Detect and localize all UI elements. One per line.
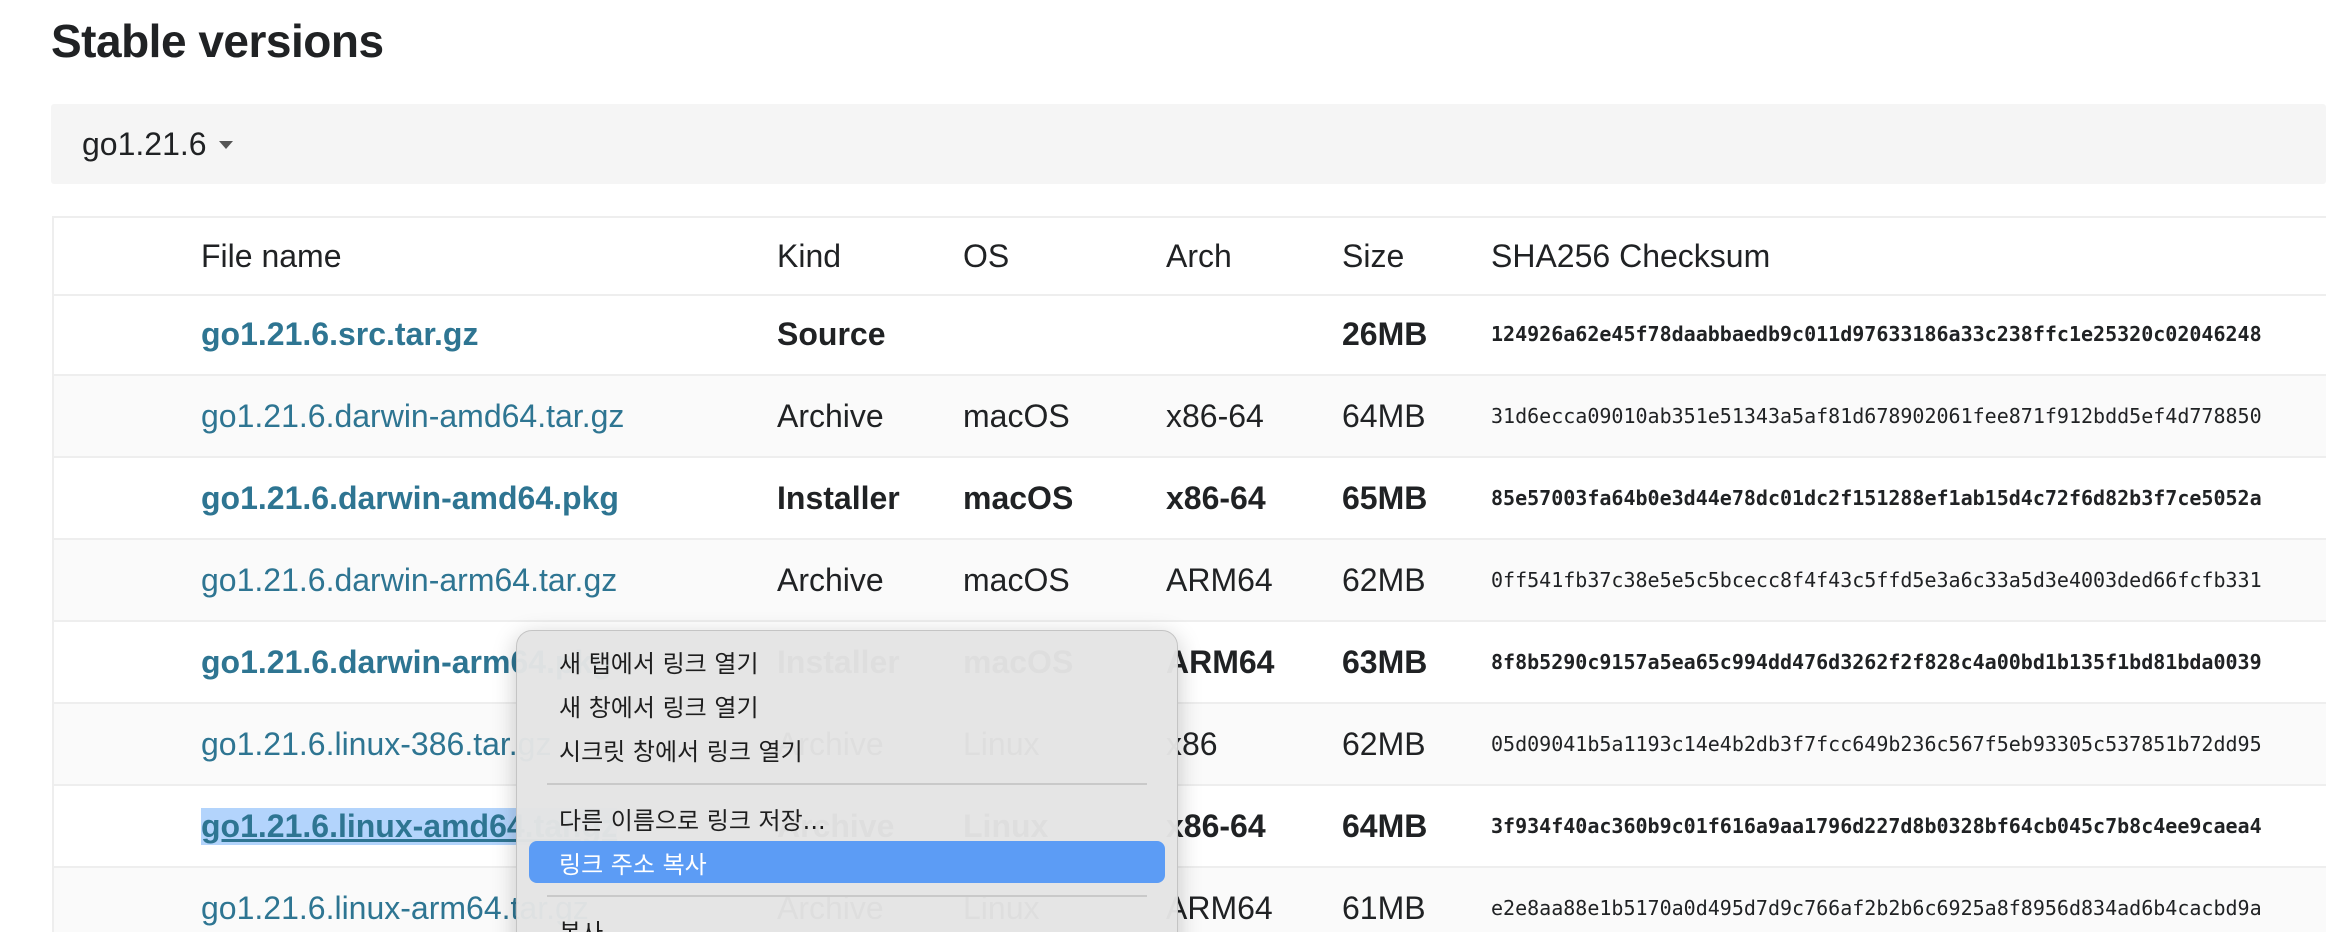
size-cell-container: 64MB <box>1342 786 1427 866</box>
size-cell-container: 62MB <box>1342 704 1426 784</box>
file-link-container: go1.21.6.src.tar.gz <box>201 294 478 374</box>
file-link-container: go1.21.6.darwin-arm64.tar.gz <box>201 540 617 620</box>
file-link-container: go1.21.6.linux-386.tar.gz <box>201 704 551 784</box>
checksum-cell: 85e57003fa64b0e3d44e78dc01dc2f151288ef1a… <box>1491 486 2262 510</box>
download-page: Stable versions go1.21.6 File name Kind … <box>0 0 2326 932</box>
checksum-cell-container: 85e57003fa64b0e3d44e78dc01dc2f151288ef1a… <box>1491 458 2262 538</box>
arch-cell: x86-64 <box>1166 807 1266 844</box>
file-link[interactable]: go1.21.6.darwin-amd64.tar.gz <box>201 398 624 435</box>
os-cell: macOS <box>963 479 1074 516</box>
checksum-cell-container: 05d09041b5a1193c14e4b2db3f7fcc649b236c56… <box>1491 704 2262 784</box>
table-row: go1.21.6.linux-amd64.tar.gzArchiveLinuxx… <box>54 786 2326 868</box>
menu-open-new-window[interactable]: 새 창에서 링크 열기 <box>529 684 1165 726</box>
file-link[interactable]: go1.21.6.linux-386.tar.gz <box>201 726 551 763</box>
table-row: go1.21.6.src.tar.gz Source 26MB 124926a62e4… <box>54 294 2326 376</box>
menu-save-link-as[interactable]: 다른 이름으로 링크 저장... <box>529 797 1165 839</box>
table-row: go1.21.6.linux-arm64.tar.gzArchiveLinuxA… <box>54 868 2326 932</box>
section-title: Stable versions <box>51 15 384 67</box>
downloads-table: File name Kind OS Arch Size SHA256 Check… <box>52 216 2326 932</box>
arch-cell: ARM64 <box>1166 643 1275 680</box>
file-link-container: go1.21.6.darwin-amd64.tar.gz <box>201 376 624 456</box>
arch-cell: ARM64 <box>1166 561 1273 598</box>
table-row: go1.21.6.darwin-arm64.tar.gz Archive macOS… <box>54 540 2326 622</box>
kind-cell-container: Archive <box>777 540 884 620</box>
kind-cell: Installer <box>777 479 900 516</box>
arch-cell: x86-64 <box>1166 397 1264 434</box>
arch-cell: ARM64 <box>1166 889 1273 926</box>
size-cell-container: 65MB <box>1342 458 1427 538</box>
menu-open-incognito[interactable]: 시크릿 창에서 링크 열기 <box>529 728 1165 770</box>
context-menu: 새 탭에서 링크 열기 새 창에서 링크 열기 시크릿 창에서 링크 열기 다른… <box>516 630 1178 932</box>
checksum-cell: 0ff541fb37c38e5e5c5bcecc8f4f43c5ffd5e3a6… <box>1491 568 2262 592</box>
file-link[interactable]: go1.21.6.darwin-arm64.tar.gz <box>201 562 617 599</box>
size-cell: 62MB <box>1342 725 1426 762</box>
os-cell: macOS <box>963 561 1070 598</box>
file-link[interactable]: go1.21.6.src.tar.gz <box>201 316 478 353</box>
os-cell: macOS <box>963 397 1070 434</box>
arch-cell-container: ARM64 <box>1166 540 1273 620</box>
checksum-cell: 3f934f40ac360b9c01f616a9aa1796d227d8b032… <box>1491 814 2262 838</box>
checksum-cell-container: 0ff541fb37c38e5e5c5bcecc8f4f43c5ffd5e3a6… <box>1491 540 2262 620</box>
checksum-cell-container: 3f934f40ac360b9c01f616a9aa1796d227d8b032… <box>1491 786 2262 866</box>
size-cell: 62MB <box>1342 561 1426 598</box>
header-sha256: SHA256 Checksum <box>1491 237 1771 274</box>
checksum-cell: 31d6ecca09010ab351e51343a5af81d678902061… <box>1491 404 2262 428</box>
os-cell-container: macOS <box>963 540 1070 620</box>
os-cell-container: macOS <box>963 376 1070 456</box>
menu-copy[interactable]: 복사 <box>529 909 1165 932</box>
checksum-cell: 05d09041b5a1193c14e4b2db3f7fcc649b236c56… <box>1491 732 2262 756</box>
menu-copy-link-address[interactable]: 링크 주소 복사 <box>529 841 1165 883</box>
file-link-container: go1.21.6.darwin-amd64.pkg <box>201 458 619 538</box>
version-bar: go1.21.6 <box>51 104 2326 184</box>
checksum-cell-container: e2e8aa88e1b5170a0d495d7d9c766af2b2b6c692… <box>1491 868 2262 932</box>
table-header-row: File name Kind OS Arch Size SHA256 Check… <box>54 218 2326 296</box>
kind-cell: Source <box>777 315 886 352</box>
header-arch: Arch <box>1166 237 1232 274</box>
version-dropdown[interactable]: go1.21.6 <box>82 126 233 163</box>
header-size: Size <box>1342 237 1405 274</box>
size-cell-container: 62MB <box>1342 540 1426 620</box>
size-cell: 26MB <box>1342 315 1428 352</box>
version-dropdown-label: go1.21.6 <box>82 126 207 162</box>
checksum-cell-container: 8f8b5290c9157a5ea65c994dd476d3262f2f828c… <box>1491 622 2262 702</box>
size-cell: 61MB <box>1342 889 1426 926</box>
kind-cell-container: Archive <box>777 376 884 456</box>
size-cell-container: 63MB <box>1342 622 1427 702</box>
arch-cell-container: x86-64 <box>1166 376 1264 456</box>
os-cell-container: macOS <box>963 458 1073 538</box>
arch-cell-container: ARM64 <box>1166 622 1274 702</box>
header-os: OS <box>963 237 1010 274</box>
table-row: go1.21.6.darwin-amd64.pkg Installer macOS x… <box>54 458 2326 540</box>
arch-cell: x86-64 <box>1166 479 1266 516</box>
checksum-cell-container: 31d6ecca09010ab351e51343a5af81d678902061… <box>1491 376 2262 456</box>
checksum-cell-container: 124926a62e45f78daabbaedb9c011d97633186a3… <box>1491 294 2262 374</box>
menu-separator <box>547 783 1147 785</box>
header-kind: Kind <box>777 237 842 274</box>
checksum-cell: 124926a62e45f78daabbaedb9c011d97633186a3… <box>1491 322 2262 346</box>
kind-cell-container: Installer <box>777 458 900 538</box>
file-link[interactable]: go1.21.6.darwin-amd64.pkg <box>201 480 619 517</box>
caret-down-icon <box>218 140 233 149</box>
menu-open-new-tab[interactable]: 새 탭에서 링크 열기 <box>529 640 1165 682</box>
kind-cell: Archive <box>777 397 884 434</box>
size-cell: 65MB <box>1342 479 1428 516</box>
table-row: go1.21.6.linux-386.tar.gzArchiveLinuxx86… <box>54 704 2326 786</box>
header-file-name: File name <box>201 237 342 274</box>
checksum-cell: e2e8aa88e1b5170a0d495d7d9c766af2b2b6c692… <box>1491 896 2262 920</box>
table-row: go1.21.6.darwin-amd64.tar.gz Archive macOS… <box>54 376 2326 458</box>
table-row: go1.21.6.darwin-arm64.pkgInstallermacOSA… <box>54 622 2326 704</box>
checksum-cell: 8f8b5290c9157a5ea65c994dd476d3262f2f828c… <box>1491 650 2262 674</box>
size-cell: 63MB <box>1342 643 1428 680</box>
menu-separator <box>547 895 1147 897</box>
size-cell-container: 26MB <box>1342 294 1427 374</box>
size-cell-container: 64MB <box>1342 376 1426 456</box>
size-cell: 64MB <box>1342 807 1428 844</box>
size-cell-container: 61MB <box>1342 868 1426 932</box>
arch-cell-container: x86-64 <box>1166 458 1266 538</box>
size-cell: 64MB <box>1342 397 1426 434</box>
arch-cell-container: ARM64 <box>1166 868 1273 932</box>
kind-cell: Archive <box>777 561 884 598</box>
arch-cell-container: x86-64 <box>1166 786 1266 866</box>
kind-cell-container: Source <box>777 294 885 374</box>
